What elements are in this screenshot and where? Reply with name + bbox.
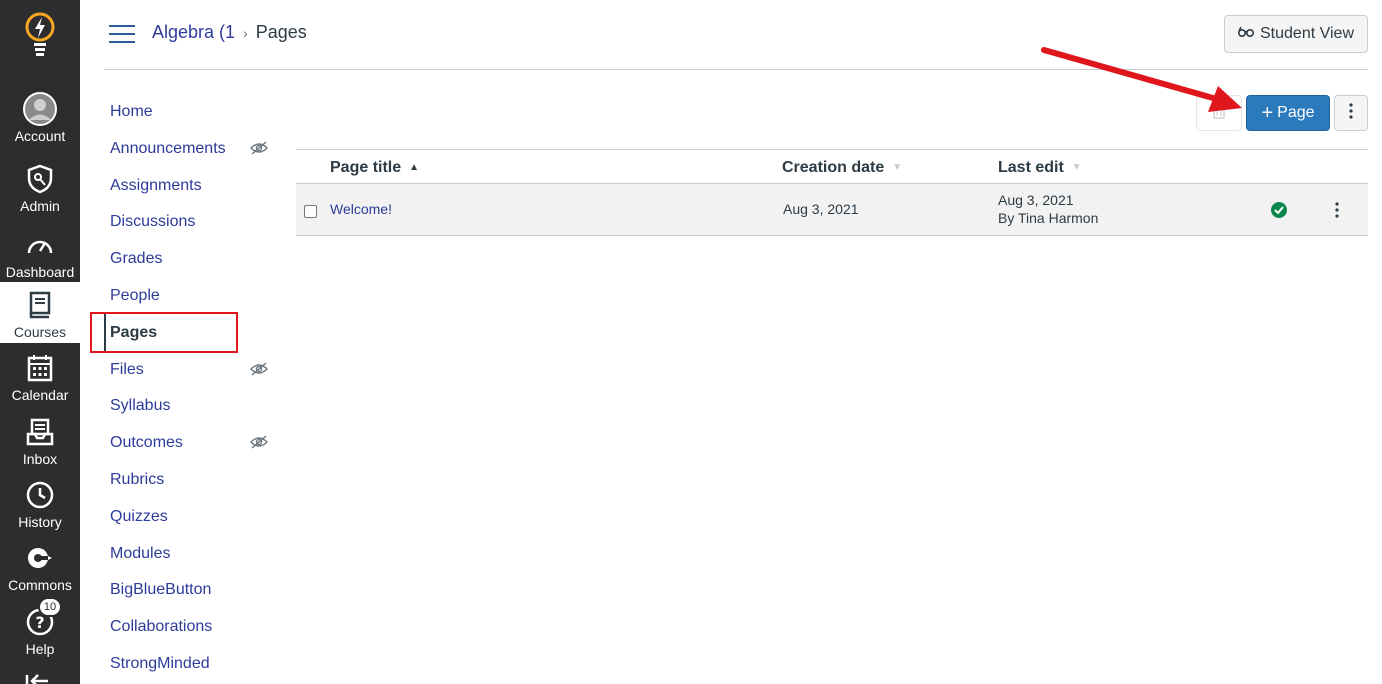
course-nav-announcements[interactable]: Announcements — [110, 140, 226, 158]
course-nav-people[interactable]: People — [110, 287, 160, 305]
gnav-account[interactable]: Account — [0, 86, 80, 149]
creation-date: Aug 3, 2021 — [783, 201, 859, 217]
admin-shield-icon — [23, 162, 57, 196]
course-nav-discussions[interactable]: Discussions — [110, 213, 195, 231]
course-nav-modules[interactable]: Modules — [110, 545, 170, 563]
pages-options-button[interactable] — [1334, 95, 1368, 131]
gnav-commons[interactable]: Commons — [0, 535, 80, 598]
course-nav-files[interactable]: Files — [110, 361, 144, 379]
row-select-checkbox[interactable] — [304, 205, 317, 218]
table-row: Welcome! Aug 3, 2021 Aug 3, 2021 By Tina… — [296, 184, 1368, 236]
collapse-nav-icon[interactable] — [24, 672, 52, 684]
row-options-kebab-icon[interactable] — [1328, 198, 1346, 222]
annotation-arrow — [1041, 47, 1242, 112]
calendar-icon — [23, 351, 57, 385]
published-check-icon[interactable] — [1271, 202, 1287, 218]
annotation-highlight-box — [90, 312, 238, 353]
last-edit-date: Aug 3, 2021 — [998, 192, 1074, 208]
gnav-label: Help — [25, 641, 55, 657]
course-nav-strongminded[interactable]: StrongMinded — [110, 655, 210, 673]
pages-table-header: Page title ▲ Creation date ▼ Last edit ▼ — [296, 149, 1368, 184]
column-label: Last edit — [998, 159, 1064, 176]
gnav-label: Inbox — [22, 451, 58, 467]
gnav-courses[interactable]: Courses — [0, 282, 80, 343]
page-title-link[interactable]: Welcome! — [330, 201, 392, 217]
kebab-menu-icon — [1349, 102, 1353, 124]
commons-icon — [23, 541, 57, 575]
gnav-calendar[interactable]: Calendar — [0, 345, 80, 408]
last-edit-author: By Tina Harmon — [998, 210, 1099, 226]
gnav-label: Dashboard — [5, 264, 75, 280]
gnav-label: Courses — [13, 324, 67, 340]
student-view-label: Student View — [1260, 25, 1354, 42]
course-nav-syllabus[interactable]: Syllabus — [110, 397, 170, 415]
gnav-dashboard[interactable]: Dashboard — [0, 222, 80, 285]
column-label: Page title — [330, 159, 402, 176]
gnav-label: Calendar — [11, 387, 69, 403]
sort-ascending-icon: ▲ — [409, 162, 420, 174]
global-nav: Account Admin Dashboard Courses Calendar… — [0, 0, 80, 684]
gnav-label: History — [18, 514, 62, 530]
account-avatar-icon — [23, 92, 57, 126]
breadcrumb-course-link[interactable]: Algebra (1 — [152, 22, 235, 43]
dashboard-gauge-icon — [23, 228, 57, 262]
history-clock-icon — [23, 478, 57, 512]
gnav-label: Account — [14, 128, 66, 144]
course-nav-quizzes[interactable]: Quizzes — [110, 508, 168, 526]
course-nav-collaborations[interactable]: Collaborations — [110, 618, 212, 636]
course-nav-bigbluebutton[interactable]: BigBlueButton — [110, 581, 211, 599]
course-nav-grades[interactable]: Grades — [110, 250, 162, 268]
help-badge: 10 — [38, 597, 62, 617]
course-nav-outcomes[interactable]: Outcomes — [110, 434, 183, 452]
canvas-logo-icon[interactable] — [0, 10, 80, 70]
inbox-icon — [23, 415, 57, 449]
column-header-last-edit[interactable]: Last edit ▼ — [998, 159, 1082, 177]
gnav-inbox[interactable]: Inbox — [0, 409, 80, 472]
column-label: Creation date — [782, 159, 885, 176]
gnav-history[interactable]: History — [0, 472, 80, 535]
gnav-label: Commons — [8, 577, 72, 593]
hidden-from-students-icon — [250, 141, 268, 155]
column-header-page-title[interactable]: Page title ▲ — [330, 159, 419, 177]
course-nav-rubrics[interactable]: Rubrics — [110, 471, 164, 489]
breadcrumb: Algebra (1 › Pages — [152, 22, 307, 43]
breadcrumb-chevron-icon: › — [243, 24, 248, 41]
gnav-admin[interactable]: Admin — [0, 156, 80, 219]
courses-book-icon — [23, 288, 57, 322]
column-header-creation-date[interactable]: Creation date ▼ — [782, 159, 902, 177]
course-nav-home[interactable]: Home — [110, 103, 153, 121]
gnav-label: Admin — [20, 198, 60, 214]
sort-none-icon: ▼ — [892, 162, 903, 174]
course-nav-assignments[interactable]: Assignments — [110, 177, 202, 195]
add-page-label: Page — [1277, 104, 1315, 121]
breadcrumb-current: Pages — [255, 22, 307, 42]
sort-none-icon: ▼ — [1071, 162, 1082, 174]
hidden-from-students-icon — [250, 435, 268, 449]
hidden-from-students-icon — [250, 362, 268, 376]
course-menu-toggle-icon[interactable] — [109, 25, 135, 45]
